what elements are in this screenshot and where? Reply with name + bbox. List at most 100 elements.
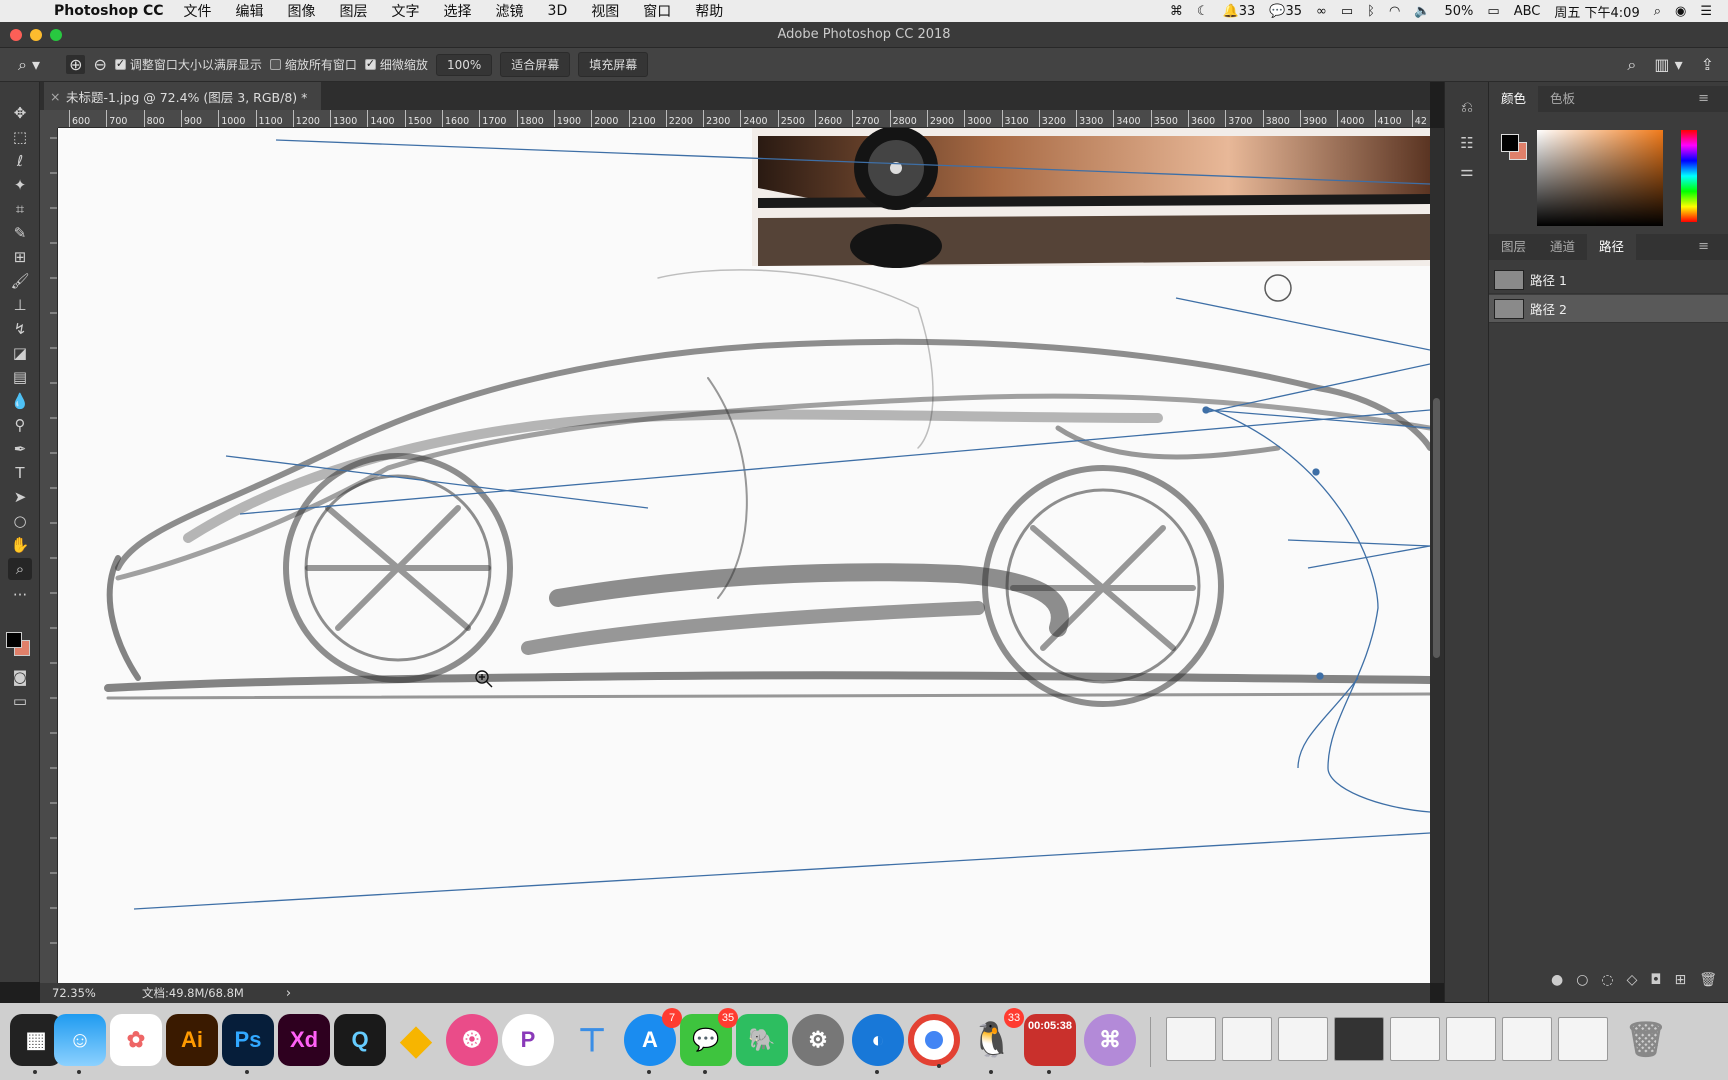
minimized-window-8[interactable] bbox=[1558, 1017, 1608, 1061]
share-icon[interactable]: ⇪ bbox=[1701, 55, 1714, 75]
wechat-icon[interactable]: 💬35 bbox=[1269, 4, 1302, 19]
magic-wand-tool-icon[interactable]: ✦ bbox=[8, 174, 32, 196]
menu-file[interactable]: 文件 bbox=[184, 1, 212, 21]
history-panel-icon[interactable]: ⎌ bbox=[1457, 98, 1477, 118]
blur-tool-icon[interactable]: 💧 bbox=[8, 390, 32, 412]
menu-layer[interactable]: 图层 bbox=[340, 1, 368, 21]
moon-icon[interactable]: ☾ bbox=[1197, 4, 1209, 19]
qq-icon[interactable]: 🐧 33 bbox=[966, 1008, 1024, 1074]
siri-icon[interactable]: ◉ bbox=[1675, 4, 1686, 19]
ruler-corner[interactable] bbox=[40, 110, 58, 128]
resize-window-checkbox[interactable]: 调整窗口大小以满屏显示 bbox=[114, 56, 262, 73]
xd-icon[interactable]: Xd bbox=[278, 1014, 330, 1066]
quicktime-icon[interactable]: Q bbox=[334, 1014, 386, 1066]
zoom-in-icon[interactable]: ⊕ bbox=[66, 55, 86, 74]
delete-path-icon[interactable]: 🗑 bbox=[1699, 972, 1717, 996]
evernote-icon[interactable]: 🐘 bbox=[736, 1014, 788, 1066]
clock[interactable]: 周五 下午4:09 bbox=[1554, 2, 1639, 21]
fill-screen-button[interactable]: 填充屏幕 bbox=[578, 52, 649, 77]
minimized-window-6[interactable] bbox=[1446, 1017, 1496, 1061]
photos-icon[interactable]: ✿ bbox=[110, 1014, 162, 1066]
dodge-tool-icon[interactable]: ⚲ bbox=[8, 414, 32, 436]
menu-select[interactable]: 选择 bbox=[444, 1, 472, 21]
clone-stamp-tool-icon[interactable]: ⊥ bbox=[8, 294, 32, 316]
pen-tool-icon[interactable]: ✒ bbox=[8, 438, 32, 460]
gradient-tool-icon[interactable]: ▤ bbox=[8, 366, 32, 388]
brush-tool-icon[interactable]: 🖌 bbox=[8, 270, 32, 292]
document-canvas[interactable] bbox=[58, 128, 1430, 983]
zoom-window-button[interactable] bbox=[50, 29, 62, 41]
recorder-icon[interactable]: 00:05:38 bbox=[1024, 1014, 1076, 1074]
display-icon[interactable]: ▭ bbox=[1341, 4, 1353, 19]
vertical-ruler[interactable] bbox=[40, 128, 58, 988]
photoshop-icon[interactable]: Ps bbox=[222, 1014, 274, 1074]
healing-brush-tool-icon[interactable]: ⊞ bbox=[8, 246, 32, 268]
color-field[interactable] bbox=[1537, 130, 1663, 226]
eyedropper-tool-icon[interactable]: ✎ bbox=[8, 222, 32, 244]
foreground-color-swatch[interactable] bbox=[6, 632, 22, 648]
spotlight-icon[interactable]: ⌕ bbox=[1654, 4, 1661, 19]
keyboard-icon[interactable]: ⌘ bbox=[1084, 1014, 1136, 1066]
notification-center-icon[interactable]: ☰ bbox=[1700, 4, 1712, 19]
add-mask-icon[interactable]: ◘ bbox=[1650, 972, 1661, 996]
zoom-out-icon[interactable]: ⊖ bbox=[93, 55, 106, 74]
app-menu[interactable]: Photoshop CC bbox=[54, 3, 164, 19]
path-selection-tool-icon[interactable]: ➤ bbox=[8, 486, 32, 508]
illustrator-icon[interactable]: Ai bbox=[166, 1014, 218, 1066]
properties-panel-icon[interactable]: ⚌ bbox=[1457, 162, 1477, 182]
document-tab[interactable]: × 未标题-1.jpg @ 72.4% (图层 3, RGB/8) * bbox=[44, 82, 322, 110]
menu-window[interactable]: 窗口 bbox=[643, 1, 671, 21]
history-brush-tool-icon[interactable]: ↯ bbox=[8, 318, 32, 340]
wechat-icon[interactable]: 💬35 bbox=[680, 1008, 738, 1074]
menu-view[interactable]: 视图 bbox=[591, 1, 619, 21]
menu-type[interactable]: 文字 bbox=[392, 1, 420, 21]
panel-foreground-swatch[interactable] bbox=[1501, 134, 1519, 152]
bluetooth-icon[interactable]: ᛒ bbox=[1367, 4, 1375, 19]
tab-paths[interactable]: 路径 bbox=[1587, 234, 1637, 260]
zoom-level[interactable]: 72.35% bbox=[52, 986, 132, 1000]
close-tab-icon[interactable]: × bbox=[50, 89, 60, 104]
horizontal-ruler[interactable]: 600 700 800 900 1000 1100 1200 1300 1400 1500 1600… bbox=[58, 110, 1430, 128]
tab-swatches[interactable]: 色板 bbox=[1538, 86, 1587, 112]
system-preferences-icon[interactable]: ⚙ bbox=[792, 1014, 844, 1066]
input-method[interactable]: ABC bbox=[1514, 4, 1541, 19]
crop-tool-icon[interactable]: ⌗ bbox=[8, 198, 32, 220]
app-store-icon[interactable]: A7 bbox=[624, 1008, 682, 1074]
zoom-tool-preset-icon[interactable]: ⌕ ▾ bbox=[18, 55, 40, 75]
more-tools-icon[interactable]: ··· bbox=[8, 584, 32, 606]
marquee-tool-icon[interactable]: ⬚ bbox=[8, 126, 32, 148]
menu-edit[interactable]: 编辑 bbox=[236, 1, 264, 21]
color-panel-menu-icon[interactable]: ≡ bbox=[1686, 86, 1721, 112]
finder-icon[interactable]: ☺ bbox=[54, 1014, 106, 1074]
quick-mask-icon[interactable]: ◙ bbox=[8, 666, 32, 688]
hand-tool-icon[interactable]: ✋ bbox=[8, 534, 32, 556]
search-icon[interactable]: ⌕ bbox=[1627, 55, 1636, 75]
battery-status[interactable]: 50% bbox=[1445, 4, 1474, 19]
vertical-scrollbar-thumb[interactable] bbox=[1433, 398, 1440, 658]
migration-icon[interactable]: ◐ bbox=[852, 1014, 904, 1074]
path-item-1[interactable]: 路径 1 bbox=[1489, 266, 1728, 294]
eraser-tool-icon[interactable]: ◪ bbox=[8, 342, 32, 364]
close-window-button[interactable] bbox=[10, 29, 22, 41]
command-icon[interactable]: ⌘ bbox=[1170, 4, 1183, 19]
menu-3d[interactable]: 3D bbox=[548, 3, 568, 19]
menu-help[interactable]: 帮助 bbox=[695, 1, 723, 21]
vertical-scrollbar[interactable] bbox=[1430, 128, 1444, 983]
creative-cloud-icon[interactable]: ∞ bbox=[1316, 4, 1327, 19]
status-menu-arrow[interactable]: › bbox=[286, 986, 291, 1001]
minimize-window-button[interactable] bbox=[30, 29, 42, 41]
load-selection-icon[interactable]: ◌ bbox=[1601, 972, 1613, 996]
wifi-icon[interactable]: ◠ bbox=[1389, 4, 1400, 19]
type-tool-icon[interactable]: T bbox=[8, 462, 32, 484]
tab-layers[interactable]: 图层 bbox=[1489, 234, 1538, 260]
make-work-path-icon[interactable]: ◇ bbox=[1627, 972, 1638, 996]
stroke-path-icon[interactable]: ○ bbox=[1576, 972, 1588, 996]
tab-color[interactable]: 颜色 bbox=[1489, 86, 1539, 112]
fit-screen-button[interactable]: 适合屏幕 bbox=[500, 52, 571, 77]
chrome-icon[interactable] bbox=[908, 1014, 960, 1068]
minimized-window-5[interactable] bbox=[1390, 1017, 1440, 1061]
zoom-tool-icon[interactable]: ⌕ bbox=[8, 558, 32, 580]
fill-path-icon[interactable]: ● bbox=[1551, 972, 1563, 996]
volume-icon[interactable]: 🔈 bbox=[1414, 4, 1430, 19]
minimized-window-3[interactable] bbox=[1278, 1017, 1328, 1061]
